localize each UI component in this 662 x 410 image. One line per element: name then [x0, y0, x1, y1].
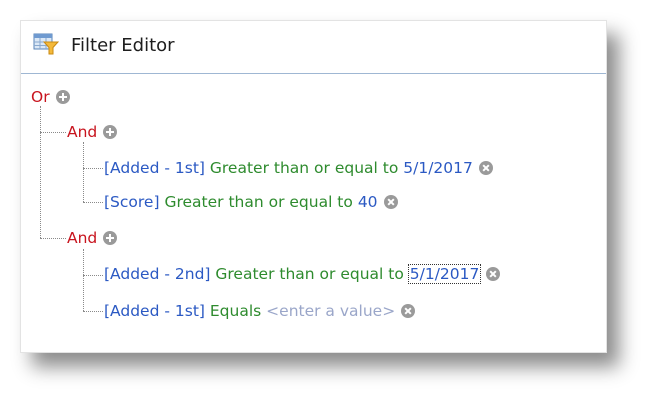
- tree-connector: [83, 275, 103, 276]
- tree-connector: [83, 142, 84, 202]
- window-title: Filter Editor: [71, 35, 175, 56]
- condition-field[interactable]: [Score]: [104, 193, 160, 211]
- add-condition-icon[interactable]: [55, 89, 70, 104]
- tree-connector: [40, 238, 66, 239]
- tree-connector: [83, 249, 84, 311]
- filter-editor-window: Filter Editor Or And [Added - 1st] Great…: [20, 20, 607, 353]
- filter-editor-icon: [33, 33, 59, 55]
- condition-value[interactable]: 5/1/2017: [403, 159, 473, 177]
- group-node: And: [67, 227, 118, 249]
- remove-condition-icon[interactable]: [486, 266, 501, 281]
- root-group-node: Or: [31, 86, 70, 108]
- condition-field[interactable]: [Added - 1st]: [104, 159, 205, 177]
- condition-value-placeholder[interactable]: <enter a value>: [266, 302, 395, 320]
- condition-node: [Added - 1st] Equals <enter a value>: [104, 300, 416, 322]
- group-operator[interactable]: And: [67, 229, 97, 247]
- add-condition-icon[interactable]: [103, 124, 118, 139]
- condition-node: [Added - 1st] Greater than or equal to 5…: [104, 157, 493, 179]
- condition-value-editor[interactable]: 5/1/2017: [407, 264, 482, 284]
- tree-connector: [40, 132, 66, 133]
- condition-operator[interactable]: Equals: [210, 302, 261, 320]
- tree-connector: [83, 202, 103, 203]
- group-operator[interactable]: And: [67, 123, 97, 141]
- remove-condition-icon[interactable]: [401, 303, 416, 318]
- condition-value[interactable]: 40: [358, 193, 378, 211]
- root-operator[interactable]: Or: [31, 88, 50, 106]
- condition-node: [Added - 2nd] Greater than or equal to 5…: [104, 263, 501, 285]
- condition-node: [Score] Greater than or equal to 40: [104, 191, 398, 213]
- title-divider: [21, 73, 606, 74]
- group-node: And: [67, 121, 118, 143]
- condition-operator[interactable]: Greater than or equal to: [215, 265, 403, 283]
- remove-condition-icon[interactable]: [383, 194, 398, 209]
- condition-operator[interactable]: Greater than or equal to: [210, 159, 398, 177]
- title-bar: Filter Editor: [21, 21, 606, 73]
- condition-operator[interactable]: Greater than or equal to: [164, 193, 352, 211]
- condition-field[interactable]: [Added - 1st]: [104, 302, 205, 320]
- condition-field[interactable]: [Added - 2nd]: [104, 265, 210, 283]
- tree-connector: [40, 106, 41, 238]
- add-condition-icon[interactable]: [103, 230, 118, 245]
- remove-condition-icon[interactable]: [478, 160, 493, 175]
- tree-connector: [83, 168, 103, 169]
- tree-connector: [83, 311, 103, 312]
